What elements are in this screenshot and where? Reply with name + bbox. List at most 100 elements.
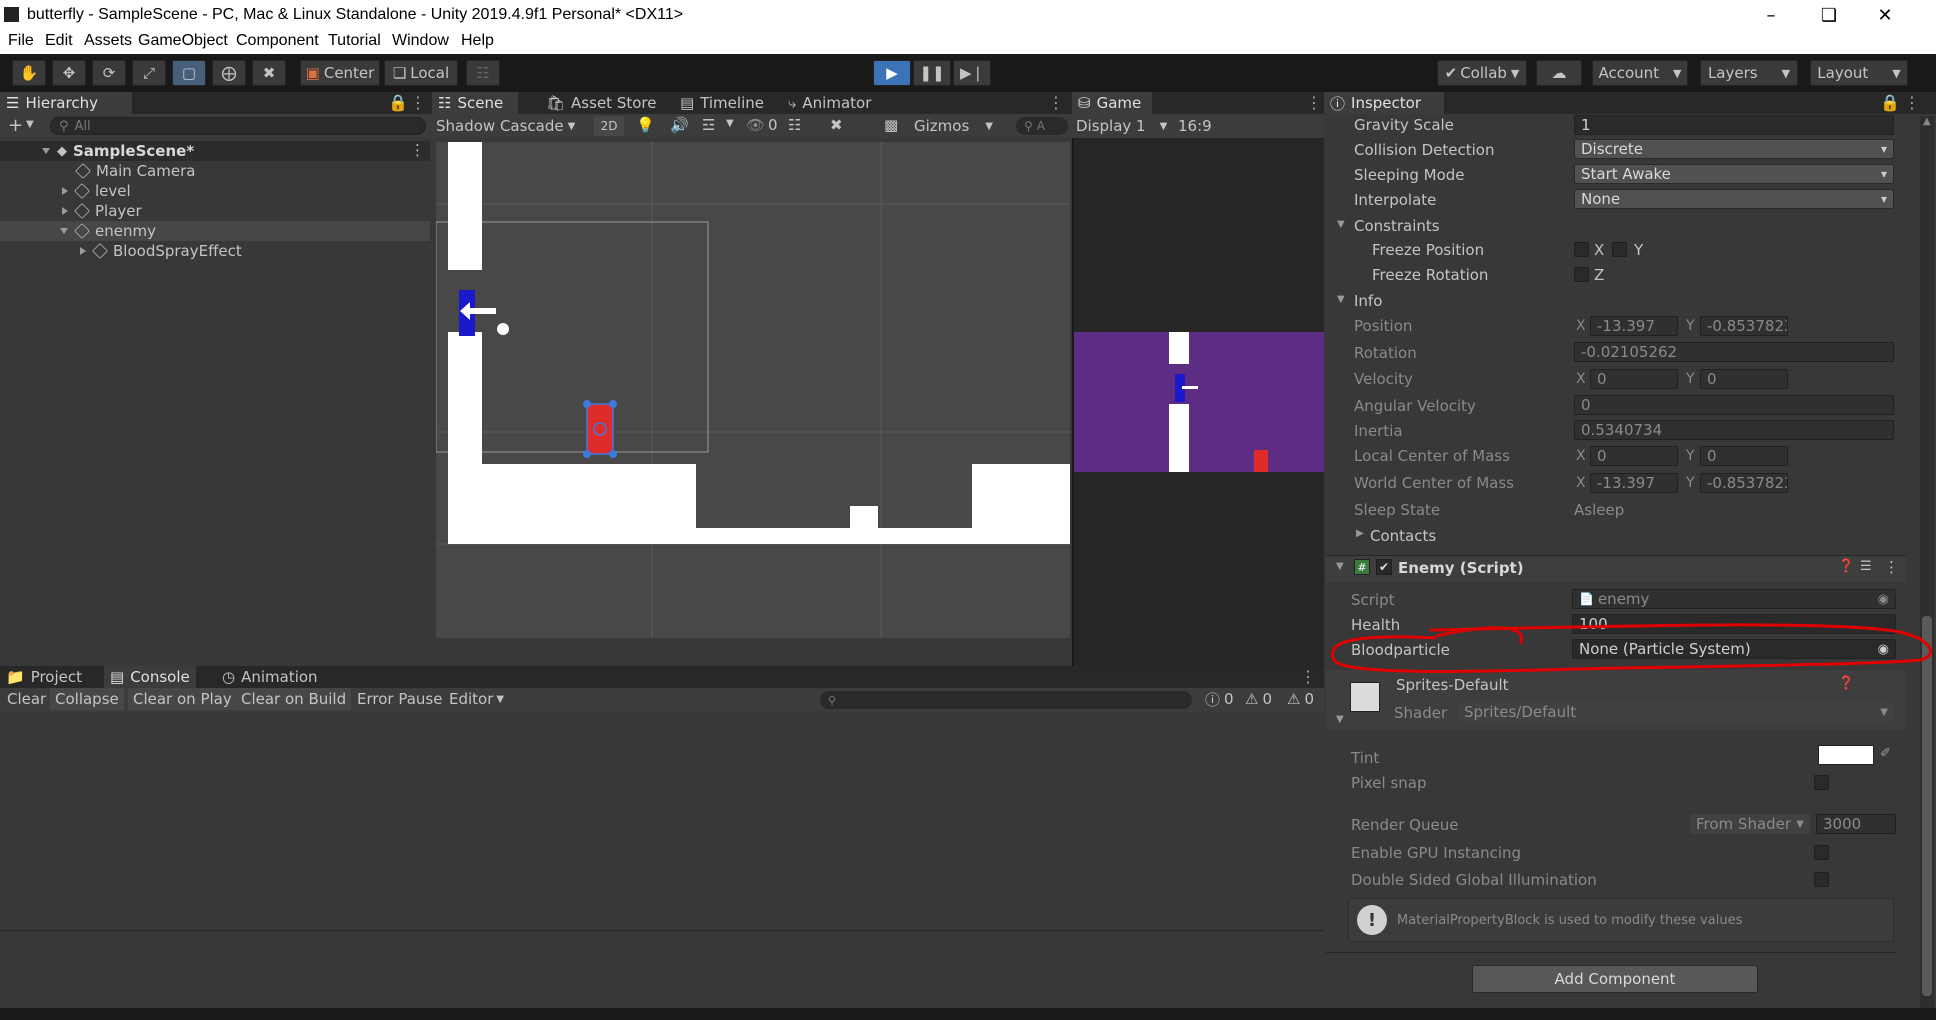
error-pause-toggle[interactable]: Error Pause xyxy=(352,688,447,710)
expand-arrow-icon[interactable] xyxy=(42,148,50,154)
scene-search-input[interactable]: ⚲ A xyxy=(1016,117,1068,135)
tab-asset-store[interactable]: 🛍 Asset Store xyxy=(540,92,662,114)
lock-icon[interactable]: 🔒 xyxy=(388,93,408,112)
menu-edit[interactable]: Edit xyxy=(45,32,73,50)
freeze-rotation-z-checkbox[interactable] xyxy=(1574,267,1589,282)
hand-tool-icon[interactable]: ✋ xyxy=(12,60,46,86)
clear-on-play-toggle[interactable]: Clear on Play xyxy=(128,688,237,710)
menu-tutorial[interactable]: Tutorial xyxy=(328,32,381,50)
console-detail-area[interactable] xyxy=(0,931,1324,1011)
expand-arrow-icon[interactable] xyxy=(62,187,68,195)
game-viewport[interactable] xyxy=(1074,332,1324,472)
tools-icon[interactable]: ✖ xyxy=(830,116,843,134)
warning-filter-toggle[interactable]: ⚠ 0 xyxy=(1240,688,1277,710)
sleeping-mode-dropdown[interactable]: Start Awake xyxy=(1574,164,1894,184)
enemy-script-header[interactable]: ▼ # ✔ Enemy (Script) ❓ ☰ ⋮ xyxy=(1326,556,1906,582)
shader-dropdown[interactable]: Sprites/Default ▼ xyxy=(1458,702,1894,722)
tab-animation[interactable]: ◷ Animation xyxy=(216,666,324,688)
grid-snap-icon[interactable]: ☷ xyxy=(466,60,500,86)
layout-dropdown[interactable]: Layout ▼ xyxy=(1810,60,1908,86)
tab-animator[interactable]: ⤷ Animator xyxy=(782,92,877,114)
console-search-input[interactable]: ⚲ xyxy=(820,691,1192,709)
chevron-down-icon[interactable]: ▼ xyxy=(26,119,34,130)
audio-speaker-icon[interactable]: 🔊 xyxy=(670,116,689,134)
custom-tool-icon[interactable]: ✖ xyxy=(252,60,286,86)
console-log-area[interactable] xyxy=(0,712,1324,930)
tab-inspector[interactable]: ⓘ Inspector xyxy=(1324,92,1444,114)
inspector-scrollbar[interactable]: ▲ xyxy=(1920,116,1934,1020)
help-icon[interactable]: ❓ xyxy=(1838,559,1854,574)
display-dropdown[interactable]: Display 1 ▼ xyxy=(1076,116,1167,136)
expand-arrow-icon[interactable]: ▼ xyxy=(1337,294,1345,305)
error-filter-toggle[interactable]: ⚠ 0 xyxy=(1282,688,1319,710)
list-item[interactable]: Player xyxy=(0,201,430,221)
expand-arrow-icon[interactable]: ▼ xyxy=(1336,714,1344,725)
kebab-menu-icon[interactable]: ⋮ xyxy=(1300,667,1316,686)
pause-button[interactable]: ❚❚ xyxy=(913,60,951,86)
hierarchy-search-input[interactable]: ⚲ All xyxy=(50,117,426,135)
kebab-menu-icon[interactable]: ⋮ xyxy=(1048,93,1064,112)
menu-help[interactable]: Help xyxy=(461,32,494,50)
account-dropdown[interactable]: Account ▼ xyxy=(1592,60,1688,86)
close-button[interactable]: ✕ xyxy=(1862,0,1908,30)
tab-console[interactable]: ▤ Console xyxy=(104,666,196,688)
layers-dropdown[interactable]: Layers ▼ xyxy=(1700,60,1798,86)
step-button[interactable]: ▶❘ xyxy=(953,60,991,86)
maximize-button[interactable]: ❏ xyxy=(1806,0,1852,30)
menu-file[interactable]: File xyxy=(8,32,34,50)
pixel-snap-checkbox[interactable] xyxy=(1814,775,1829,790)
mode-2d-toggle[interactable]: 2D xyxy=(594,116,624,136)
list-item[interactable]: enenmy xyxy=(0,221,430,241)
kebab-menu-icon[interactable]: ⋮ xyxy=(410,141,425,159)
lighting-bulb-icon[interactable]: 💡 xyxy=(636,116,655,134)
editor-dropdown[interactable]: Editor ▼ xyxy=(444,688,509,710)
cloud-button[interactable]: ☁ xyxy=(1536,60,1582,86)
tab-timeline[interactable]: ▤ Timeline xyxy=(674,92,770,114)
clear-on-build-toggle[interactable]: Clear on Build xyxy=(236,688,352,710)
kebab-menu-icon[interactable]: ⋮ xyxy=(410,93,426,112)
eyedropper-icon[interactable]: ✐ xyxy=(1880,746,1891,761)
menu-window[interactable]: Window xyxy=(392,32,449,50)
list-item[interactable]: Main Camera xyxy=(0,161,430,181)
lock-icon[interactable]: 🔒 xyxy=(1880,93,1900,112)
freeze-position-x-checkbox[interactable] xyxy=(1574,242,1589,257)
kebab-menu-icon[interactable]: ⋮ xyxy=(1884,558,1899,576)
space-local-button[interactable]: ❏ Local xyxy=(384,60,458,86)
move-tool-icon[interactable]: ✥ xyxy=(52,60,86,86)
scene-row[interactable]: ◆ SampleScene* ⋮ xyxy=(0,141,430,161)
constraints-label[interactable]: Constraints xyxy=(1354,217,1440,235)
camera-icon[interactable]: ▩ xyxy=(884,116,898,134)
rotate-tool-icon[interactable]: ⟳ xyxy=(92,60,126,86)
scale-tool-icon[interactable]: ⤢ xyxy=(132,60,166,86)
clear-button[interactable]: Clear xyxy=(2,688,51,710)
expand-arrow-icon[interactable]: ▼ xyxy=(1337,219,1345,230)
tab-project[interactable]: 📁 Project xyxy=(0,666,88,688)
gravity-scale-field[interactable]: 1 xyxy=(1574,115,1894,135)
tab-hierarchy[interactable]: ☰ Hierarchy xyxy=(0,92,132,114)
menu-gameobject[interactable]: GameObject xyxy=(138,32,228,50)
contacts-label[interactable]: Contacts xyxy=(1370,527,1436,545)
pivot-center-button[interactable]: ▣ Center xyxy=(300,60,380,86)
interpolate-dropdown[interactable]: None xyxy=(1574,189,1894,209)
grid-icon[interactable]: ☷ xyxy=(788,116,801,134)
chevron-down-icon[interactable]: ▼ xyxy=(726,118,734,129)
double-sided-gi-checkbox[interactable] xyxy=(1814,872,1829,887)
render-queue-mode-dropdown[interactable]: From Shader ▼ xyxy=(1690,814,1810,834)
add-component-button[interactable]: Add Component xyxy=(1472,965,1758,993)
expand-arrow-icon[interactable]: ▶ xyxy=(1356,528,1364,539)
object-picker-icon[interactable]: ◉ xyxy=(1878,592,1889,607)
menu-assets[interactable]: Assets xyxy=(84,32,132,50)
freeze-position-y-checkbox[interactable] xyxy=(1612,242,1627,257)
scene-viewport[interactable] xyxy=(436,142,1070,638)
tint-color-swatch[interactable] xyxy=(1818,745,1874,765)
hidden-objects-eye-icon[interactable]: 👁 xyxy=(746,116,765,134)
presets-icon[interactable]: ☰ xyxy=(1860,559,1872,574)
collision-detection-dropdown[interactable]: Discrete xyxy=(1574,139,1894,159)
list-item[interactable]: level xyxy=(0,181,430,201)
kebab-menu-icon[interactable]: ⋮ xyxy=(1904,93,1920,112)
effects-icon[interactable]: ☲ xyxy=(702,116,715,134)
add-icon[interactable]: + xyxy=(8,115,23,136)
expand-arrow-icon[interactable] xyxy=(80,247,86,255)
expand-arrow-icon[interactable]: ▼ xyxy=(1336,561,1344,572)
shading-mode-dropdown[interactable]: Shadow Cascade ▼ xyxy=(436,116,575,136)
